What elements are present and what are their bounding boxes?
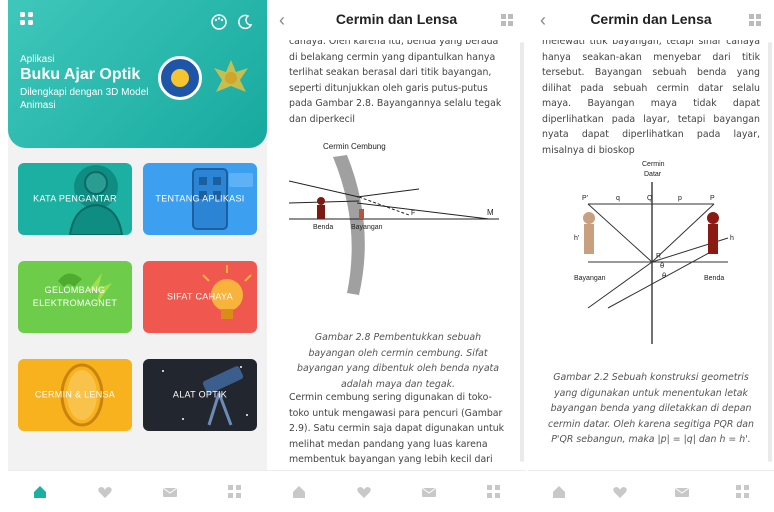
mirror-label: Datar bbox=[644, 171, 662, 178]
screens-strip: Aplikasi Buku Ajar Optik Dilengkapi deng… bbox=[0, 0, 774, 512]
menu-label: CERMIN & LENSA bbox=[34, 389, 116, 400]
label-q-upper: Q bbox=[647, 195, 653, 202]
grid-menu-icon[interactable] bbox=[486, 484, 502, 500]
university-logo bbox=[208, 54, 254, 100]
label-h-prime: h' bbox=[574, 235, 579, 242]
heart-icon[interactable] bbox=[356, 484, 372, 500]
menu-label: KATA PENGANTAR bbox=[33, 193, 117, 204]
label-theta: θ bbox=[660, 262, 664, 270]
home-icon[interactable] bbox=[32, 484, 48, 500]
menu-tentang-aplikasi[interactable]: TENTANG APLIKASI bbox=[143, 163, 257, 235]
mirror-label: Cermin Cembung bbox=[323, 142, 386, 151]
home-icon[interactable] bbox=[291, 484, 307, 500]
menu-label: ALAT OPTIK bbox=[172, 389, 228, 400]
palette-icon[interactable] bbox=[211, 14, 227, 35]
page-content[interactable]: cahaya. Oleh karena itu, benda yang bera… bbox=[267, 40, 526, 470]
menu-kata-pengantar[interactable]: KATA PENGANTAR bbox=[18, 163, 132, 235]
mail-icon[interactable] bbox=[421, 484, 437, 500]
label-h: h bbox=[730, 235, 734, 242]
hero-banner: Aplikasi Buku Ajar Optik Dilengkapi deng… bbox=[8, 0, 267, 148]
app-subtitle: Aplikasi bbox=[20, 54, 55, 65]
app-bar: ‹ Cermin dan Lensa bbox=[528, 0, 774, 40]
bottom-nav bbox=[267, 470, 526, 512]
image-label: Bayangan bbox=[351, 224, 383, 231]
mail-icon[interactable] bbox=[674, 484, 690, 500]
page-title: Cermin dan Lensa bbox=[335, 11, 458, 27]
page-content[interactable]: melewati titik bayangan, tetapi sinar ca… bbox=[528, 40, 774, 470]
object-label: Benda bbox=[313, 224, 333, 231]
dark-mode-moon-icon[interactable] bbox=[237, 14, 253, 35]
grid-menu-icon[interactable] bbox=[501, 14, 514, 32]
grid-menu-icon[interactable] bbox=[749, 14, 762, 32]
book-page-convex-mirror: cahaya. Oleh karena itu, benda yang bera… bbox=[267, 0, 526, 512]
label-p: p bbox=[678, 195, 682, 202]
menu-label: SIFAT CAHAYA bbox=[167, 291, 233, 302]
grid-menu-icon[interactable] bbox=[735, 484, 751, 500]
app-title: Buku Ajar Optik bbox=[20, 66, 141, 83]
center-label: M bbox=[487, 208, 494, 217]
plane-mirror-diagram: Cermin Datar P' q Q p P h' h R θ θ Bayan… bbox=[574, 161, 734, 344]
heart-icon[interactable] bbox=[612, 484, 628, 500]
home-screen: Aplikasi Buku Ajar Optik Dilengkapi deng… bbox=[8, 0, 267, 512]
label-p-prime: P' bbox=[582, 195, 588, 202]
bottom-nav bbox=[8, 470, 267, 512]
image-label: Bayangan bbox=[574, 275, 606, 282]
figure-caption: Gambar 2.2 Sebuah konstruksi geometris y… bbox=[548, 372, 754, 445]
mirror-label: Cermin bbox=[642, 161, 665, 168]
menu-label: TENTANG APLIKASI bbox=[155, 193, 245, 204]
apps-grid-icon[interactable] bbox=[20, 12, 34, 31]
bottom-nav bbox=[528, 470, 774, 512]
object-label: Benda bbox=[704, 275, 724, 282]
paragraph: melewati titik bayangan, tetapi sinar ca… bbox=[542, 40, 760, 156]
heart-icon[interactable] bbox=[97, 484, 113, 500]
scrollbar[interactable] bbox=[520, 42, 524, 462]
menu-gelombang-elektromagnet[interactable]: GELOMBANG ELEKTROMAGNET bbox=[18, 261, 132, 333]
book-page-plane-mirror: melewati titik bayangan, tetapi sinar ca… bbox=[528, 0, 774, 512]
home-icon[interactable] bbox=[551, 484, 567, 500]
menu-cermin-lensa[interactable]: CERMIN & LENSA bbox=[18, 359, 132, 431]
menu-label: GELOMBANG ELEKTROMAGNET bbox=[32, 285, 118, 308]
label-theta: θ bbox=[662, 272, 666, 280]
menu-alat-optik[interactable]: ALAT OPTIK bbox=[143, 359, 257, 431]
menu-sifat-cahaya[interactable]: SIFAT CAHAYA bbox=[143, 261, 257, 333]
app-bar: ‹ Cermin dan Lensa bbox=[267, 0, 526, 40]
scrollbar[interactable] bbox=[768, 42, 772, 462]
page-title: Cermin dan Lensa bbox=[590, 11, 712, 27]
paragraph: cahaya. Oleh karena itu, benda yang bera… bbox=[289, 40, 502, 125]
grid-menu-icon[interactable] bbox=[227, 484, 243, 500]
figure-caption: Gambar 2.8 Pembentukkan sebuah bayangan … bbox=[297, 332, 499, 390]
app-description: Dilengkapi dengan 3D Model Animasi bbox=[20, 87, 149, 111]
label-q: q bbox=[616, 195, 620, 202]
label-p-upper: P bbox=[710, 195, 715, 202]
convex-mirror-diagram: Cermin Cembung Benda Bayangan F M bbox=[289, 142, 499, 295]
mail-icon[interactable] bbox=[162, 484, 178, 500]
label-r: R bbox=[656, 253, 661, 260]
paragraph: Cermin cembung sering digunakan di toko-… bbox=[289, 392, 505, 470]
focus-label: F bbox=[411, 210, 415, 217]
kemdikbud-logo bbox=[158, 56, 202, 100]
